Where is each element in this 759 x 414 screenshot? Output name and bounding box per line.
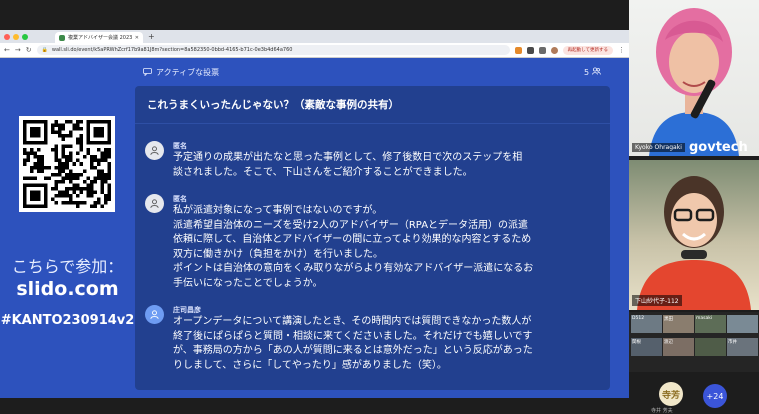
join-url[interactable]: slido.com [0,278,135,300]
question-line: 手伝いになったことでしょうか。 [173,277,323,289]
minimize-window-icon[interactable] [13,33,19,40]
extension-icon[interactable] [514,46,522,54]
people-icon [592,67,601,77]
question-line: が、事務局の方から「あの人が質問に来るとは意外だった」という反応があった [173,345,533,357]
join-code: #KANTO230914v2 [0,313,135,328]
more-participants-button[interactable]: +24 [703,384,727,408]
maximize-window-icon[interactable] [22,33,28,40]
user-icon [145,305,164,324]
update-button[interactable]: 再起動して更新する [562,45,613,55]
puzzle-icon[interactable] [526,46,534,54]
sidebar-icon[interactable] [538,46,546,54]
close-tab-icon[interactable]: ✕ [135,35,139,41]
tab-bar: 複業アドバイザー会議 2023（関東 ✕ + [0,30,629,43]
question-author: 匿名 [173,195,187,203]
address-bar[interactable]: 🔒 wall.sli.do/event/k5aPRWhZcrf17b9a81J8… [36,45,510,55]
question-line: 派遣希望自治体のニーズを受け2人のアドバイザー（RPAとデータ活用）の派遣 [173,219,529,231]
poll-title: これうまくいったんじゃない？（素敵な事例の共有） [135,86,610,124]
thumbnail-name: 市井 [728,340,737,345]
participant-count-value: 5 [584,67,590,77]
participant-thumbnail[interactable]: 関根 [631,338,662,356]
profile-avatar[interactable] [550,46,558,54]
question-line: 予定通りの成果が出たなと思った事例として、修了後数日で次のステップを相 [173,152,523,163]
active-poll-label: アクティブな投票 [156,68,220,77]
qr-code [19,116,115,212]
participant-name: Kyoko Ohragaki [632,143,685,152]
participant-avatar-name: 寺井 芳夫 [651,408,673,414]
lock-icon: 🔒 [41,47,48,53]
close-window-icon[interactable] [4,33,10,40]
question-line: オープンデータについて講演したとき、その時間内では質問できなかった数人が [173,316,532,327]
question-line: 談されました。そこで、下山さんをご紹介することができました。 [173,166,473,178]
speaker-video-image: govtech [649,8,748,156]
thumbnail-name: D512 [632,316,645,321]
participant-thumbnail[interactable]: 渡辺 [663,338,694,356]
poll-panel: これうまくいったんじゃない？（素敵な事例の共有） 匿名 予定通りの成果が出たなと… [135,86,610,390]
more-participants-bar: 寺芳 寺井 芳夫 +24 [629,372,759,414]
menu-icon[interactable]: ⋮ [618,46,625,54]
shirt-text: govtech [689,140,748,155]
question-line: 双方に働きかけ（負担をかけ）を行いました。 [173,248,383,260]
participant-thumbnail[interactable] [695,338,726,356]
anonymous-user-icon [145,141,164,160]
anonymous-user-icon [145,194,164,213]
question-author: 匿名 [173,142,187,150]
video-tile-participant[interactable]: 下山紗代子-112 [629,160,759,310]
browser-tab[interactable]: 複業アドバイザー会議 2023（関東 ✕ [55,32,143,43]
active-poll-header: アクティブな投票 [143,67,219,78]
participant-name: 下山紗代子-112 [632,295,682,306]
participant-thumbnail[interactable]: masaki [695,315,726,333]
back-icon[interactable]: ← [4,46,10,54]
thumbnail-name: 黒田 [664,317,673,322]
question-line: 終了後にぱらぱらと質問・相談に来てくださいました。それだけでも嬉しいです [173,330,533,342]
participant-video-image [637,176,751,310]
forward-icon[interactable]: → [15,46,21,54]
participant-thumbnail[interactable] [727,315,758,333]
participant-avatar[interactable]: 寺芳 [659,382,683,406]
question-author: 庄司昌彦 [173,306,201,314]
question-line: りしまして、さらに「してやったり」感がありました（笑）。 [173,359,447,371]
join-label: こちらで参加： [11,257,124,276]
slido-favicon-icon [59,34,65,41]
new-tab-icon[interactable]: + [148,32,155,41]
participant-thumbnail[interactable]: 市井 [727,338,758,356]
url-text: wall.sli.do/event/k5aPRWhZcrf17b9a81J8m?… [51,47,293,53]
question-line: 依頼に際して、自治体とアドバイザーの間に立ってより効果的な内容とするため [173,234,532,246]
address-toolbar: ← → ↻ 🔒 wall.sli.do/event/k5aPRWhZcrf17b… [0,43,629,58]
qr-code-image [23,120,111,208]
participant-thumbnail[interactable]: D512 [631,315,662,333]
participant-count: 5 [584,67,601,77]
thumbnail-name: masaki [696,316,713,321]
reload-icon[interactable]: ↻ [26,46,32,54]
tab-title: 複業アドバイザー会議 2023（関東 [68,35,132,41]
thumbnail-name: 渡辺 [664,340,673,345]
thumbnail-name: 関根 [632,340,641,345]
question-text: オープンデータについて講演したとき、その時間内では質問できなかった数人が 終了後… [173,315,600,373]
question-line: 私が派遣対象になって事例ではないのですが。 [173,205,383,216]
question-line: ポイントは自治体の意向をくみ取りながらより有効なアドバイザー派遣になるお [173,263,534,275]
question-text: 私が派遣対象になって事例ではないのですが。 派遣希望自治体のニーズを受け2人のア… [173,204,600,292]
participant-gallery: D512 黒田 masaki 関根 渡辺 市井 [629,312,759,372]
video-tile-speaker[interactable]: govtech Kyoko Ohragaki [629,0,759,156]
question-text: 予定通りの成果が出たなと思った事例として、修了後数日で次のステップを相 談されま… [173,151,600,180]
chat-bubble-icon [143,67,152,78]
participant-thumbnail[interactable]: 黒田 [663,315,694,333]
